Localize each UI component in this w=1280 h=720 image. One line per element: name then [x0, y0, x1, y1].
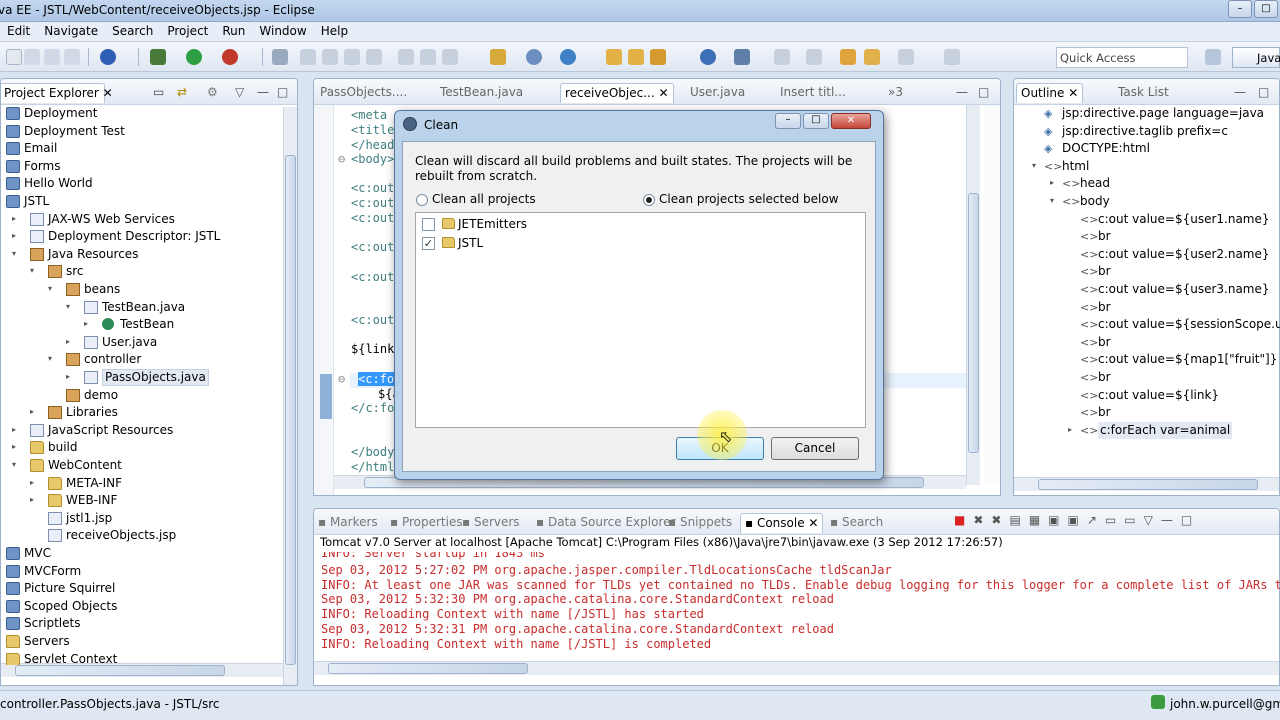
status-text: controller.PassObjects.java - JSTL/src	[0, 697, 220, 711]
dialog-description: Clean will discard all build problems an…	[415, 154, 853, 183]
clean-dialog: Clean – □ ✕ Clean will discard all build…	[394, 110, 884, 480]
console-line: INFO: Reloading Context with name [/JSTL…	[321, 607, 704, 622]
clean-selected-label[interactable]: Clean projects selected below	[659, 192, 839, 206]
tree-item-label: Servlet Context	[24, 651, 118, 665]
project-checklist-item[interactable]: ✓ JSTL	[422, 235, 842, 252]
console-line: INFO: At least one JAR was scanned for T…	[321, 577, 1280, 592]
project-label: JETEmitters	[458, 217, 528, 231]
dialog-close-button[interactable]: ✕	[831, 113, 871, 129]
clean-all-label[interactable]: Clean all projects	[432, 192, 536, 206]
console-line: Sep 03, 2012 5:27:02 PM org.apache.jaspe…	[321, 562, 892, 577]
folder-icon	[6, 652, 20, 665]
dialog-title: Clean	[424, 118, 459, 132]
console-line: INFO: Reloading Context with name [/JSTL…	[321, 636, 712, 650]
clean-icon	[403, 117, 417, 131]
project-checkbox[interactable]: ✓	[422, 237, 435, 250]
user-email: john.w.purcell@gmail.	[1170, 697, 1280, 711]
status-bar: controller.PassObjects.java - JSTL/src j…	[0, 690, 1280, 720]
console-line: Sep 03, 2012 5:32:30 PM org.apache.catal…	[321, 592, 834, 607]
tree-item[interactable]: Servlet Context	[0, 651, 282, 665]
dialog-maximize-button[interactable]: □	[803, 113, 829, 129]
clean-selected-radio[interactable]	[643, 194, 655, 206]
project-checkbox[interactable]	[422, 218, 435, 231]
project-checklist: JETEmitters ✓ JSTL	[415, 212, 866, 428]
clean-all-radio[interactable]	[416, 194, 428, 206]
console-line: INFO: Server startup in 1843 ms	[321, 546, 545, 560]
mouse-cursor-icon: ⬁	[719, 427, 733, 446]
user-icon	[1151, 695, 1165, 709]
cancel-button[interactable]: Cancel	[771, 437, 859, 460]
project-folder-icon	[442, 218, 455, 229]
project-checklist-item[interactable]: JETEmitters	[422, 216, 842, 233]
project-label: JSTL	[458, 236, 484, 250]
console-line: Sep 03, 2012 5:32:31 PM org.apache.catal…	[321, 622, 834, 636]
project-folder-icon	[442, 237, 455, 248]
dialog-minimize-button[interactable]: –	[775, 113, 801, 129]
